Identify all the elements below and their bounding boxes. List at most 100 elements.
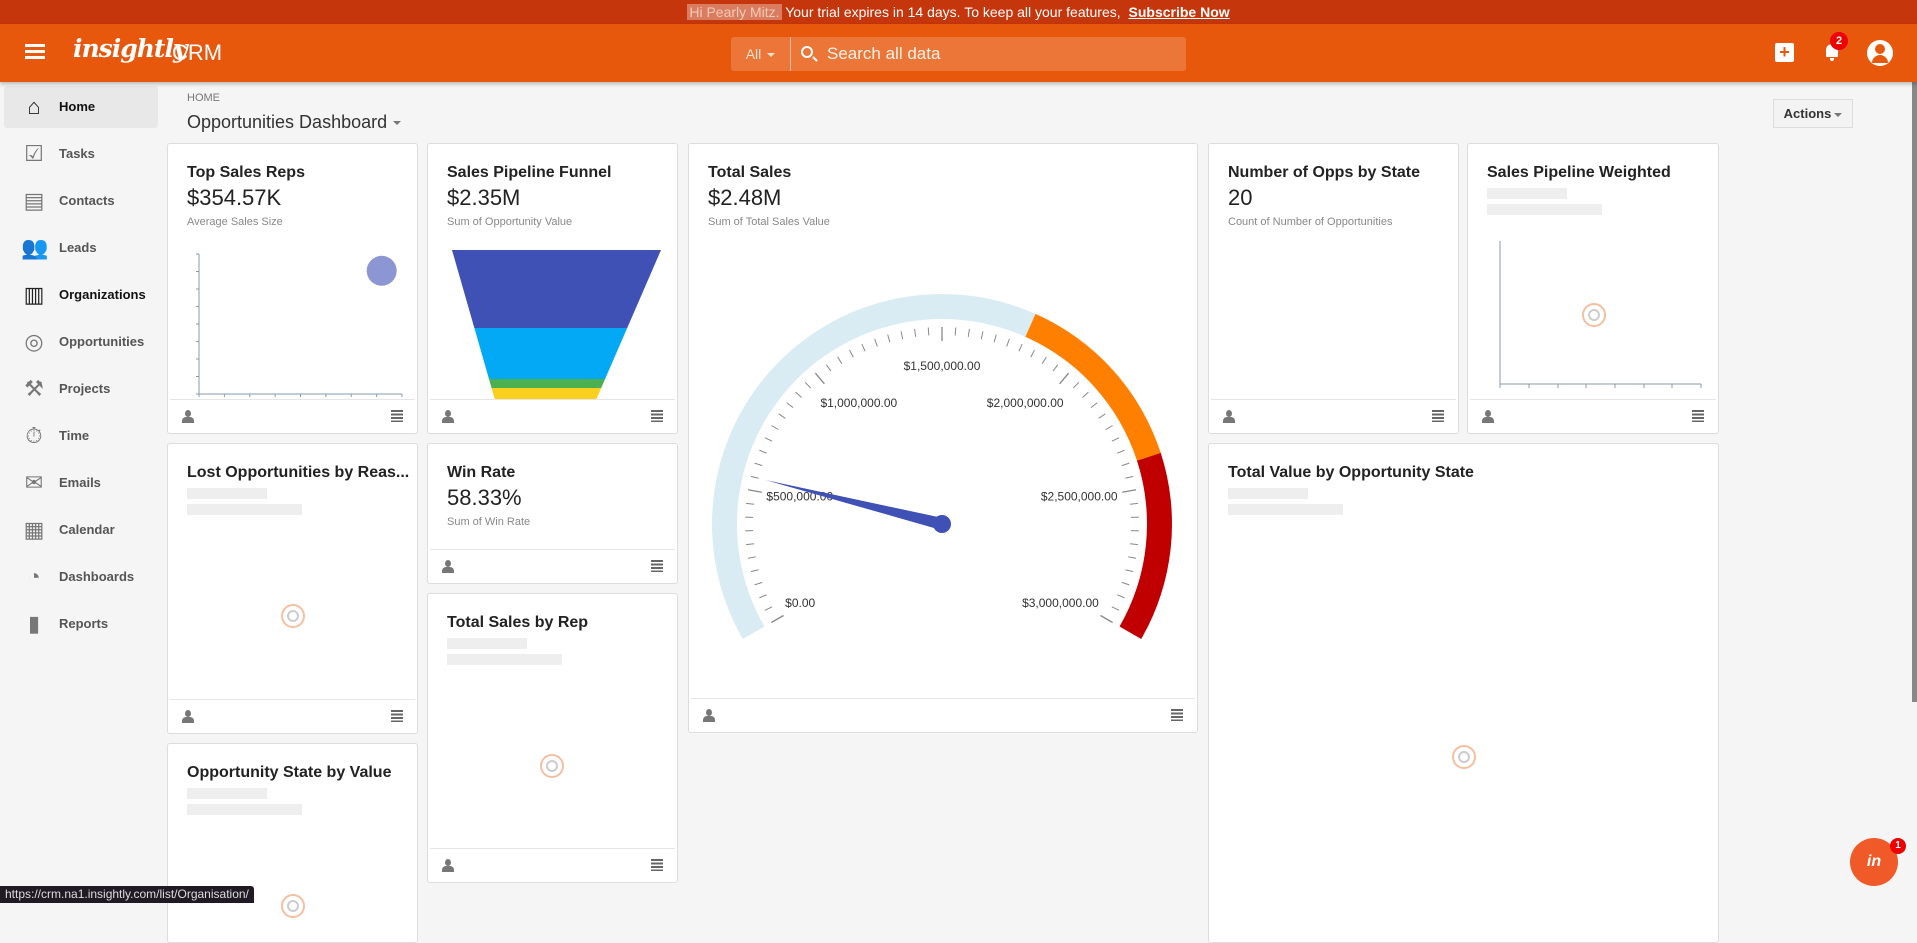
gauge-band-0 [712, 294, 1036, 639]
owner-icon[interactable] [442, 410, 454, 423]
search-icon [801, 46, 813, 58]
sidebar-item-dashboards[interactable]: ◔ Dashboards [4, 556, 158, 598]
card-title: Opportunity State by Value [187, 764, 391, 782]
loading-placeholder [447, 654, 562, 665]
app-name: CRM [172, 40, 222, 66]
gauge-minor-tick [1053, 365, 1058, 371]
gauge-major-tick [748, 490, 762, 492]
sidebar-item-label: Home [59, 99, 95, 114]
gauge-minor-tick [968, 329, 969, 337]
logo[interactable]: insightly [73, 34, 186, 63]
list-icon[interactable] [651, 560, 663, 572]
card-title: Sales Pipeline Weighted [1487, 164, 1671, 182]
actions-button[interactable]: Actions [1773, 99, 1853, 128]
loading-placeholder [1487, 204, 1602, 215]
gauge-minor-tick [994, 335, 996, 343]
card-subtitle: Sum of Opportunity Value [447, 216, 572, 228]
card-opportunity-state-by-value: Opportunity State by Value [167, 743, 418, 943]
sidebar-item-label: Leads [59, 240, 97, 255]
sidebar-item-label: Calendar [59, 522, 115, 537]
list-icon[interactable] [1692, 410, 1704, 422]
gauge-major-tick [1060, 373, 1069, 384]
gauge-minor-tick [1125, 570, 1133, 572]
card-title: Total Value by Opportunity State [1228, 464, 1474, 482]
gauge-minor-tick [955, 327, 956, 335]
gauge-minor-tick [1117, 450, 1124, 453]
owner-icon[interactable] [1482, 410, 1494, 423]
sidebar-item-label: Organizations [59, 287, 146, 302]
gauge-minor-tick [765, 438, 772, 442]
breadcrumb[interactable]: HOME [187, 92, 220, 104]
owner-icon[interactable] [442, 859, 454, 872]
sidebar-item-tasks[interactable]: ☑Tasks [4, 133, 158, 175]
home-icon: ⌂ [21, 95, 47, 119]
card-title: Total Sales by Rep [447, 614, 588, 632]
sidebar-item-projects[interactable]: ⚒Projects [4, 368, 158, 410]
card-footer [430, 399, 675, 433]
loading-placeholder [1487, 188, 1567, 199]
gauge-tick-label: $1,500,000.00 [904, 359, 981, 373]
organizations-icon: ▥ [21, 283, 47, 307]
dashboards-icon: ◔ [21, 565, 47, 589]
sidebar-item-calendar[interactable]: ▦Calendar [4, 509, 158, 551]
menu-icon[interactable] [25, 42, 45, 62]
projects-icon: ⚒ [21, 377, 47, 401]
list-icon[interactable] [391, 710, 403, 722]
user-avatar-icon[interactable] [1867, 40, 1893, 66]
gauge-minor-tick [759, 595, 766, 598]
gauge-minor-tick [888, 335, 890, 343]
list-icon[interactable] [651, 859, 663, 871]
loading-placeholder [187, 804, 302, 815]
owner-icon[interactable] [703, 709, 715, 722]
card-value: $354.57K [187, 185, 281, 211]
list-icon[interactable] [391, 410, 403, 422]
gauge-minor-tick [838, 357, 842, 364]
search-input[interactable] [827, 37, 1177, 71]
gauge-chart: $0.00$500,000.00$1,000,000.00$1,500,000.… [689, 144, 1199, 694]
dashboard-selector[interactable]: Opportunities Dashboard [187, 112, 401, 133]
top-header: insightly CRM All + 2 [0, 24, 1917, 82]
list-icon[interactable] [1171, 709, 1183, 721]
sidebar-item-emails[interactable]: ✉Emails [4, 462, 158, 504]
emails-icon: ✉ [21, 471, 47, 495]
list-icon[interactable] [651, 410, 663, 422]
add-icon[interactable]: + [1775, 43, 1794, 62]
card-sales-pipeline-weighted: Sales Pipeline Weighted [1467, 143, 1719, 434]
card-title: Number of Opps by State [1228, 164, 1420, 182]
list-icon[interactable] [1432, 410, 1444, 422]
gauge-tick-label: $0.00 [785, 596, 815, 610]
subscribe-link[interactable]: Subscribe Now [1129, 4, 1230, 20]
gauge-minor-tick [901, 331, 903, 339]
gauge-band-1 [1025, 314, 1160, 461]
card-title: Top Sales Reps [187, 164, 305, 182]
card-total-value-by-state: Total Value by Opportunity State [1208, 443, 1719, 943]
scrollbar[interactable] [1912, 82, 1917, 702]
search-scope-dropdown[interactable]: All [731, 37, 791, 71]
sidebar-item-time[interactable]: ⏱Time [4, 415, 158, 457]
card-footer [1470, 399, 1716, 433]
card-subtitle: Sum of Win Rate [447, 516, 530, 528]
card-value: 20 [1228, 185, 1252, 211]
sidebar-item-reports[interactable]: ▮Reports [4, 603, 158, 645]
sidebar-item-label: Dashboards [59, 569, 134, 584]
gauge-major-tick [815, 373, 824, 384]
gauge-minor-tick [751, 476, 759, 478]
sidebar-item-label: Reports [59, 616, 108, 631]
sidebar-item-leads[interactable]: 👥Leads [4, 227, 158, 269]
sidebar-item-home[interactable]: ⌂ Home [4, 86, 158, 128]
sidebar-item-opportunities[interactable]: ◎Opportunities [4, 321, 158, 363]
loading-placeholder [1228, 504, 1343, 515]
gauge-minor-tick [1099, 414, 1106, 418]
sidebar-item-contacts[interactable]: ▤Contacts [4, 180, 158, 222]
sidebar-item-organizations[interactable]: ▥ Organizations [4, 274, 158, 316]
greeting: Hi Pearly Mitz. [687, 4, 781, 20]
gauge-minor-tick [1125, 476, 1133, 478]
loading-placeholder [187, 504, 302, 515]
owner-icon[interactable] [182, 710, 194, 723]
owner-icon[interactable] [1223, 410, 1235, 423]
scatter-point [367, 256, 397, 286]
card-footer [430, 549, 675, 583]
gauge-needle [765, 480, 943, 530]
owner-icon[interactable] [182, 410, 194, 423]
owner-icon[interactable] [442, 560, 454, 573]
